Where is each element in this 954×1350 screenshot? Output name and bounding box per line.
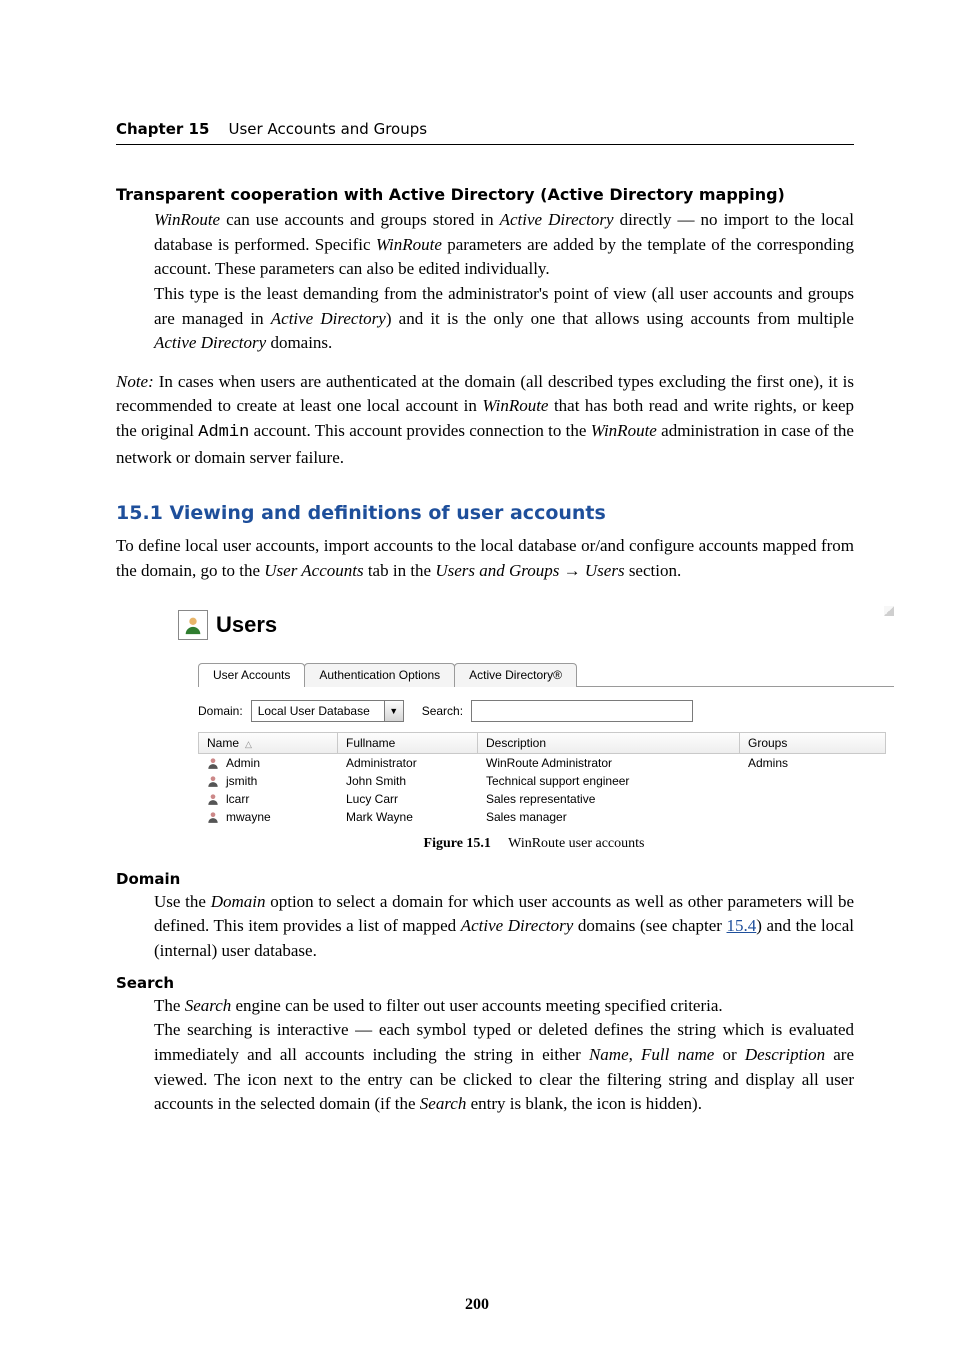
col-groups[interactable]: Groups: [740, 732, 886, 754]
table-row[interactable]: mwayne Mark Wayne Sales manager: [198, 808, 886, 826]
col-fullname[interactable]: Fullname: [338, 732, 478, 754]
user-icon: [206, 774, 220, 788]
corner-fold-icon: [884, 606, 894, 616]
page-number: 200: [0, 1296, 954, 1314]
paragraph: The Search engine can be used to filter …: [154, 994, 854, 1019]
paragraph: This type is the least demanding from th…: [154, 282, 854, 356]
paragraph: WinRoute can use accounts and groups sto…: [154, 208, 854, 282]
table-row[interactable]: lcarr Lucy Carr Sales representative: [198, 790, 886, 808]
section-heading: 15.1 Viewing and definitions of user acc…: [116, 502, 854, 524]
term-search: Search: [116, 974, 854, 992]
chevron-down-icon[interactable]: ▼: [384, 701, 403, 721]
tab-active-directory[interactable]: Active Directory®: [454, 663, 577, 687]
chapter-title: User Accounts and Groups: [229, 120, 428, 138]
figure: Users User Accounts Authentication Optio…: [174, 606, 894, 852]
tab-bar: User Accounts Authentication Options Act…: [198, 662, 894, 686]
note-paragraph: Note: In cases when users are authentica…: [116, 370, 854, 471]
user-icon: [182, 614, 204, 636]
user-icon: [206, 792, 220, 806]
panel-title-bar: Users: [174, 606, 894, 652]
table-header: Name△ Fullname Description Groups: [198, 732, 886, 754]
users-panel-icon: [178, 610, 208, 640]
table-row[interactable]: jsmith John Smith Technical support engi…: [198, 772, 886, 790]
search-input[interactable]: [471, 700, 693, 722]
toolbar: Domain: Local User Database ▼ Search:: [198, 700, 894, 722]
col-description[interactable]: Description: [478, 732, 740, 754]
users-table: Name△ Fullname Description Groups Admin …: [198, 732, 886, 826]
user-icon: [206, 756, 220, 770]
tab-authentication-options[interactable]: Authentication Options: [304, 663, 455, 687]
chapter-link[interactable]: 15.4: [727, 916, 757, 935]
domain-combo[interactable]: Local User Database ▼: [251, 700, 404, 722]
running-head: Chapter 15 User Accounts and Groups: [116, 120, 854, 145]
paragraph: The searching is interactive — each symb…: [154, 1018, 854, 1117]
sort-asc-icon: △: [245, 739, 252, 749]
table-row[interactable]: Admin Administrator WinRoute Administrat…: [198, 754, 886, 772]
domain-combo-value: Local User Database: [252, 704, 384, 718]
domain-label: Domain:: [198, 704, 243, 718]
search-label: Search:: [422, 704, 463, 718]
figure-caption: Figure 15.1 WinRoute user accounts: [174, 836, 894, 852]
paragraph: To define local user accounts, import ac…: [116, 534, 854, 583]
user-icon: [206, 810, 220, 824]
col-name[interactable]: Name△: [198, 732, 338, 754]
term-domain: Domain: [116, 870, 854, 888]
paragraph: Use the Domain option to select a domain…: [154, 890, 854, 964]
chapter-label: Chapter 15: [116, 120, 209, 138]
subsection-heading: Transparent cooperation with Active Dire…: [116, 185, 854, 204]
tab-user-accounts[interactable]: User Accounts: [198, 663, 305, 687]
panel-title-text: Users: [216, 612, 277, 638]
